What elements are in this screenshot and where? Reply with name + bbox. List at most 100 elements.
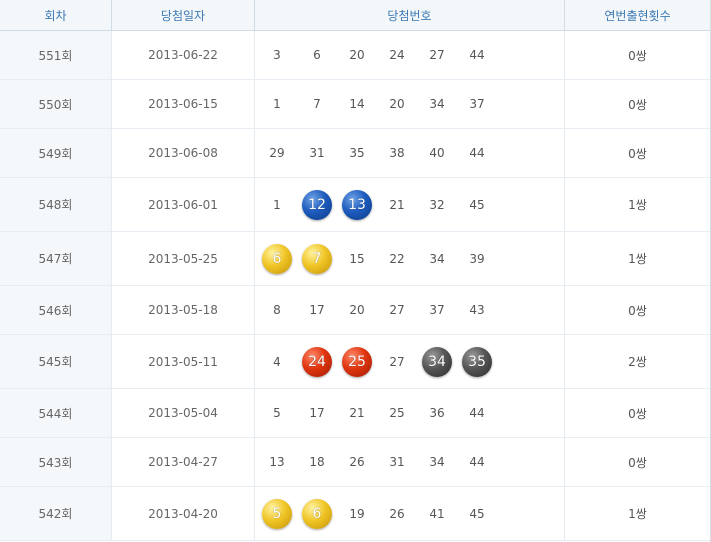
number-label: 40 xyxy=(429,146,445,160)
winning-number: 1 xyxy=(257,84,297,124)
number-label: 44 xyxy=(469,146,485,160)
winning-number: 17 xyxy=(297,290,337,330)
cell-numbers: 13 18 26 31 34 44 xyxy=(255,438,565,486)
number-label: 45 xyxy=(469,197,485,212)
number-label: 17 xyxy=(309,406,325,420)
cell-date: 2013-05-18 xyxy=(112,286,255,334)
table-body: 551회 2013-06-22 3 6 20 24 27 44 0쌍 550회 2013-06-15… xyxy=(0,31,710,541)
cell-consecutive-count: 0쌍 xyxy=(628,406,647,421)
table-row: 542회 2013-04-20 5 6 19 26 41 45 1쌍 xyxy=(0,487,710,541)
winning-number: 5 xyxy=(257,393,297,433)
number-label: 21 xyxy=(389,197,405,212)
number-label: 14 xyxy=(349,97,365,111)
number-label: 25 xyxy=(348,353,366,370)
winning-number: 45 xyxy=(457,185,497,225)
cell-numbers: 8 17 20 27 37 43 xyxy=(255,286,565,334)
table-row: 543회 2013-04-27 13 18 26 31 34 44 0쌍 xyxy=(0,438,710,487)
number-label: 34 xyxy=(429,251,445,266)
winning-number: 14 xyxy=(337,84,377,124)
cell-date: 2013-05-25 xyxy=(112,232,255,285)
number-label: 6 xyxy=(272,250,282,267)
winning-number: 44 xyxy=(457,35,497,75)
winning-number: 21 xyxy=(377,185,417,225)
number-label: 13 xyxy=(348,196,366,213)
number-label: 31 xyxy=(389,455,405,469)
winning-number: 27 xyxy=(377,290,417,330)
winning-number-ball-yellow: 6 xyxy=(297,494,337,534)
number-label: 22 xyxy=(389,251,405,266)
winning-number: 18 xyxy=(297,442,337,482)
winning-number: 40 xyxy=(417,133,457,173)
number-label: 12 xyxy=(308,196,326,213)
cell-consecutive-count: 0쌍 xyxy=(628,455,647,470)
table-header: 회차 당첨일자 당첨번호 연번출현횟수 xyxy=(0,0,710,31)
cell-date: 2013-06-08 xyxy=(112,129,255,177)
lotto-results-table: 회차 당첨일자 당첨번호 연번출현횟수 551회 2013-06-22 3 6 20 24… xyxy=(0,0,711,542)
cell-date: 2013-06-15 xyxy=(112,80,255,128)
cell-date: 2013-05-04 xyxy=(112,389,255,437)
winning-number: 21 xyxy=(337,393,377,433)
winning-number-ball-gray: 35 xyxy=(457,342,497,382)
winning-number: 37 xyxy=(417,290,457,330)
number-label: 7 xyxy=(312,250,322,267)
cell-round: 545회 xyxy=(0,335,112,388)
winning-number: 26 xyxy=(377,494,417,534)
winning-number: 25 xyxy=(377,393,417,433)
number-label: 6 xyxy=(312,505,322,522)
winning-number: 20 xyxy=(337,35,377,75)
table-row: 544회 2013-05-04 5 17 21 25 36 44 0쌍 xyxy=(0,389,710,438)
number-label: 26 xyxy=(389,506,405,521)
number-label: 24 xyxy=(308,353,326,370)
cell-round: 547회 xyxy=(0,232,112,285)
winning-number-ball-red: 25 xyxy=(337,342,377,382)
number-label: 17 xyxy=(309,303,325,317)
winning-number: 31 xyxy=(297,133,337,173)
number-label: 37 xyxy=(429,303,445,317)
winning-number: 6 xyxy=(297,35,337,75)
cell-consecutive-count: 1쌍 xyxy=(628,252,647,266)
number-label: 27 xyxy=(429,48,445,62)
cell-round: 543회 xyxy=(0,438,112,486)
number-label: 43 xyxy=(469,303,485,317)
winning-number: 3 xyxy=(257,35,297,75)
cell-round: 546회 xyxy=(0,286,112,334)
winning-number: 4 xyxy=(257,342,297,382)
winning-number: 34 xyxy=(417,239,457,279)
cell-numbers: 4 24 25 27 34 35 xyxy=(255,335,565,388)
winning-number: 19 xyxy=(337,494,377,534)
winning-number: 44 xyxy=(457,442,497,482)
winning-number: 41 xyxy=(417,494,457,534)
cell-numbers: 3 6 20 24 27 44 xyxy=(255,31,565,79)
winning-number: 43 xyxy=(457,290,497,330)
header-round: 회차 xyxy=(0,0,112,30)
winning-number: 32 xyxy=(417,185,457,225)
winning-number: 13 xyxy=(257,442,297,482)
winning-number-ball-yellow: 5 xyxy=(257,494,297,534)
cell-consecutive-count: 1쌍 xyxy=(628,198,647,212)
winning-number: 35 xyxy=(337,133,377,173)
cell-consecutive-count: 1쌍 xyxy=(628,507,647,521)
number-label: 37 xyxy=(469,97,485,111)
header-date: 당첨일자 xyxy=(112,0,255,30)
number-label: 44 xyxy=(469,455,485,469)
cell-date: 2013-04-20 xyxy=(112,487,255,540)
winning-number-ball-yellow: 7 xyxy=(297,239,337,279)
number-label: 38 xyxy=(389,146,405,160)
number-label: 44 xyxy=(469,406,485,420)
cell-consecutive-count: 0쌍 xyxy=(628,48,647,63)
number-label: 5 xyxy=(273,406,281,420)
number-label: 41 xyxy=(429,506,445,521)
number-label: 36 xyxy=(429,406,445,420)
number-label: 34 xyxy=(429,97,445,111)
winning-number: 38 xyxy=(377,133,417,173)
cell-round: 550회 xyxy=(0,80,112,128)
cell-consecutive-count: 2쌍 xyxy=(628,355,647,369)
cell-date: 2013-06-01 xyxy=(112,178,255,231)
header-numbers: 당첨번호 xyxy=(255,0,565,30)
number-label: 45 xyxy=(469,506,485,521)
winning-number: 39 xyxy=(457,239,497,279)
winning-number: 1 xyxy=(257,185,297,225)
number-label: 3 xyxy=(273,48,281,62)
number-label: 31 xyxy=(309,146,325,160)
table-row: 551회 2013-06-22 3 6 20 24 27 44 0쌍 xyxy=(0,31,710,80)
